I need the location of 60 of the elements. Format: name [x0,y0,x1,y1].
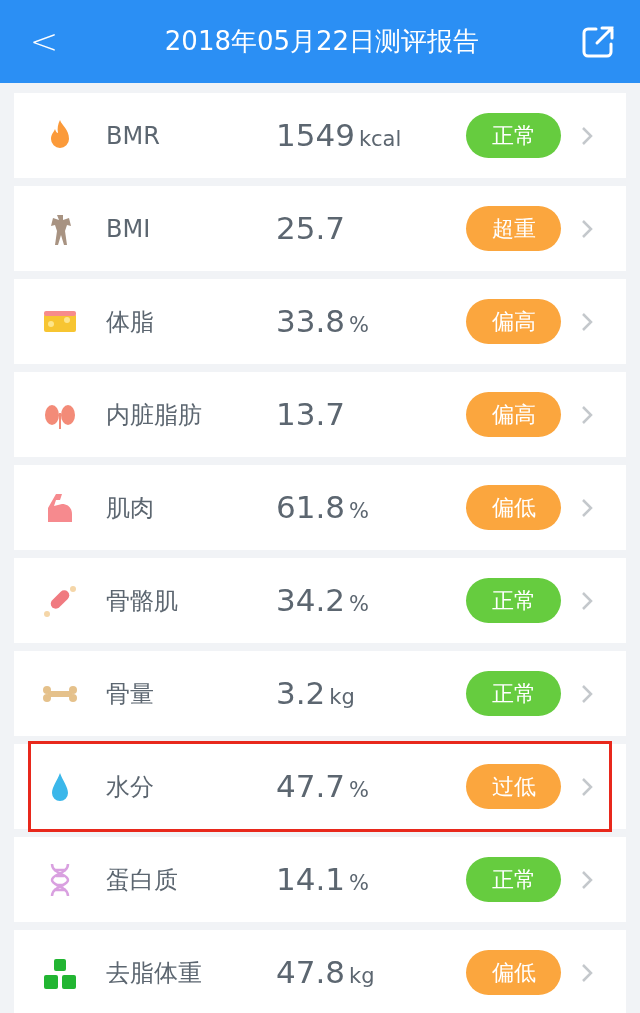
metric-name: BMI [106,213,152,245]
chevron-icon [581,497,593,518]
metric-value: 34.2 [276,581,346,621]
metric-row[interactable]: 肌肉 61.8% 偏低 [14,465,626,550]
status-badge: 正常 [466,671,561,716]
metric-unit: % [349,591,369,619]
back-button[interactable]: < [24,16,64,67]
chevron-icon [581,683,593,704]
metric-row[interactable]: BMR 1549 kcal 正常 [14,93,626,178]
status-badge: 超重 [466,206,561,251]
metric-value: 25.7 [276,209,346,249]
metric-unit: % [349,498,369,526]
metric-row[interactable]: 体脂 33.8% 偏高 [14,279,626,364]
status-badge: 偏高 [466,392,561,437]
metric-value: 47.8 [276,953,346,993]
status-badge: 偏低 [466,485,561,530]
chevron-icon [581,125,593,146]
status-badge: 偏高 [466,299,561,344]
metric-name: 肌肉 [106,492,155,524]
chevron-icon [581,962,593,983]
metric-unit: % [349,777,369,805]
metric-value: 1549 [276,116,355,156]
metric-row[interactable]: 去脂体重 47.8 kg 偏低 [14,930,626,1013]
metric-row[interactable]: 骨量 3.2 kg 正常 [14,651,626,736]
metric-value: 61.8 [276,488,346,528]
metric-name: 骨骼肌 [106,585,179,617]
metric-name: 去脂体重 [106,957,203,989]
metric-row[interactable]: BMI 25.7 超重 [14,186,626,271]
chevron-icon [581,776,593,797]
metric-value: 33.8 [276,302,346,342]
metric-row[interactable]: 水分 47.7% 过低 [14,744,626,829]
page-title: 2018年05月22日测评报告 [163,25,481,58]
metric-value: 3.2 [276,674,326,714]
metric-row[interactable]: 内脏脂肪 13.7 偏高 [14,372,626,457]
chevron-icon [581,404,593,425]
status-badge: 偏低 [466,950,561,995]
metric-unit: kg [349,963,375,991]
metric-name: 蛋白质 [106,864,179,896]
status-badge: 正常 [466,113,561,158]
metric-name: BMR [106,120,161,152]
chevron-icon [581,869,593,890]
status-badge: 过低 [466,764,561,809]
metric-unit: kcal [358,126,402,154]
metric-value: 14.1 [276,860,346,900]
chevron-icon [581,218,593,239]
metric-unit: % [349,312,369,340]
metric-name: 内脏脂肪 [106,399,203,431]
metric-name: 水分 [106,771,155,803]
chevron-icon [581,311,593,332]
metric-unit: kg [329,684,355,712]
metric-unit: % [349,870,369,898]
metric-name: 体脂 [106,306,155,338]
metric-value: 13.7 [276,395,346,435]
metric-row[interactable]: 骨骼肌 34.2% 正常 [14,558,626,643]
status-badge: 正常 [466,857,561,902]
status-badge: 正常 [466,578,561,623]
metric-value: 47.7 [276,767,346,807]
metric-row[interactable]: 蛋白质 14.1% 正常 [14,837,626,922]
chevron-icon [581,590,593,611]
metric-name: 骨量 [106,678,155,710]
